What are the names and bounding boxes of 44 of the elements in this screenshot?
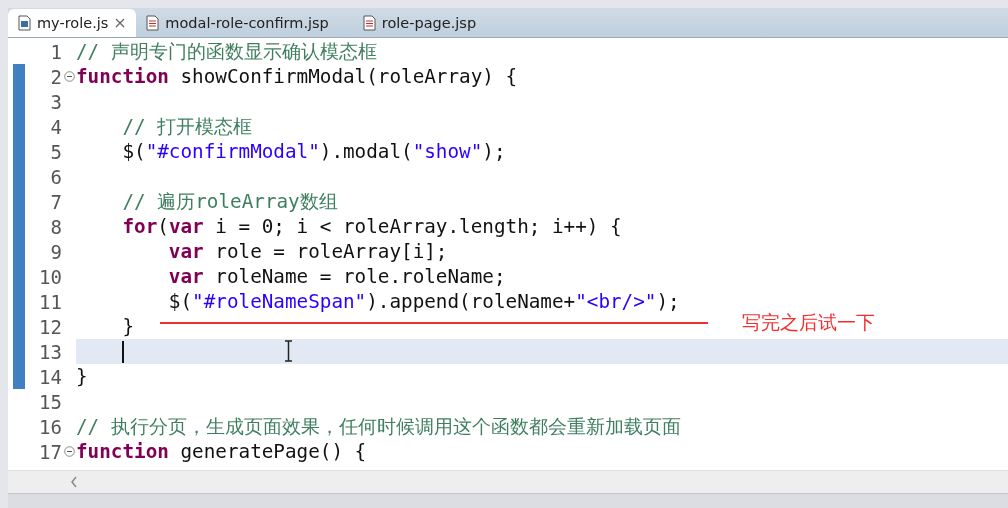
code-line: // 遍历roleArray数组 [121,189,338,215]
line-number: 11 [38,290,62,313]
line-number: 17 [38,440,62,463]
code-line: $("#roleNameSpan").append(roleName+"<br/>"); [167,290,680,313]
line-number: 9 [49,240,62,263]
document-icon [362,15,376,31]
close-icon[interactable] [114,17,127,29]
line-number: 6 [49,165,62,188]
line-number: 3 [49,90,62,113]
code-line: $("#confirmModal").modal("show"); [121,140,506,163]
line-number: 14 [38,365,62,388]
line-number: 4 [49,115,62,138]
editor-tab[interactable]: modal-role-confirm.jsp [136,9,339,37]
line-number: 12 [38,315,62,338]
text-cursor [122,340,124,363]
horizontal-scrollbar[interactable] [8,470,1008,493]
line-number: 5 [49,140,62,163]
code-line: function showConfirmModal(roleArray) { [76,65,518,88]
collapse-icon[interactable] [63,446,75,457]
annotation-note: 写完之后试一下 [742,310,875,335]
code-line: for(var i = 0; i < roleArray.length; i++) { [121,215,622,238]
code-line: var role = roleArray[i]; [167,240,448,263]
line-number: 16 [38,415,62,438]
editor-tab[interactable]: role-page.jsp [352,9,487,37]
editor-tab[interactable]: my-role.js [8,9,137,37]
line-number: 15 [38,390,62,413]
code-line: // 打开模态框 [121,114,253,140]
scroll-left-icon[interactable] [70,476,78,488]
collapse-icon[interactable] [63,71,75,82]
code-line: function generatePage() { [76,440,367,463]
mouse-cursor-icon [284,340,293,362]
line-number: 8 [49,215,62,238]
line-number: 1 [49,40,62,63]
code-line: } [76,365,88,388]
document-icon [146,15,160,31]
line-number: 13 [38,340,62,363]
line-number: 2 [49,65,62,88]
code-line: } [121,315,135,338]
code-line: // 声明专门的函数显示确认模态框 [76,39,377,65]
line-number: 10 [38,265,62,288]
code-line: var roleName = role.roleName; [167,265,506,288]
line-number: 7 [49,190,62,213]
code-line: // 执行分页，生成页面效果，任何时候调用这个函数都会重新加载页面 [76,414,681,440]
js-file-icon [18,15,31,31]
